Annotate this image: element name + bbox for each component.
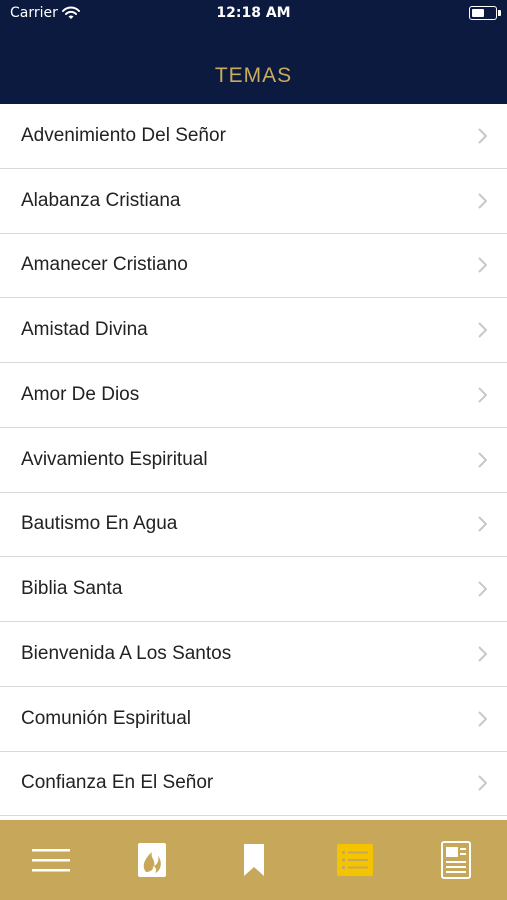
tab-hymnal[interactable] <box>101 820 202 900</box>
clock: 12:18 AM <box>216 5 291 21</box>
topic-label: Bautismo En Agua <box>21 513 178 535</box>
status-bar: Carrier 12:18 AM <box>0 0 507 28</box>
topic-label: Amor De Dios <box>21 383 140 405</box>
tab-document[interactable] <box>406 820 507 900</box>
document-icon <box>441 841 472 879</box>
topic-list[interactable]: Advenimiento Del Señor Alabanza Cristiana… <box>0 104 507 820</box>
topic-row[interactable]: Comunión Espiritual <box>0 687 507 752</box>
battery-terminal <box>498 10 501 16</box>
tab-bookmarks[interactable] <box>203 820 304 900</box>
topics-list-icon <box>336 844 373 876</box>
chevron-right-icon <box>478 451 487 468</box>
chevron-right-icon <box>478 322 487 338</box>
topic-row[interactable]: Amanecer Cristiano <box>0 234 507 299</box>
topic-label: Amanecer Cristiano <box>21 254 188 276</box>
chevron-right-icon <box>478 646 487 662</box>
topic-row[interactable]: Alabanza Cristiana <box>0 169 507 234</box>
chevron-right-icon <box>478 710 487 727</box>
page-title: TEMAS <box>214 64 293 87</box>
chevron-right-icon <box>478 516 487 533</box>
chevron-right-icon <box>478 775 487 792</box>
topic-label: Comunión Espiritual <box>21 707 192 729</box>
navigation-header: Carrier 12:18 AM TEMAS <box>0 0 507 104</box>
hamburger-menu-icon <box>31 849 70 872</box>
hymnal-flame-icon <box>138 843 167 877</box>
topic-row[interactable]: Confianza En El Señor <box>0 752 507 817</box>
topic-row[interactable]: Biblia Santa <box>0 557 507 622</box>
topic-label: Biblia Santa <box>21 578 123 600</box>
topic-row[interactable]: Bienvenida A Los Santos <box>0 622 507 687</box>
topic-row[interactable]: Advenimiento Del Señor <box>0 104 507 169</box>
topic-label: Confianza En El Señor <box>21 772 214 794</box>
chevron-right-icon <box>478 387 487 403</box>
battery-icon <box>469 6 497 20</box>
topic-row[interactable]: Bautismo En Agua <box>0 493 507 558</box>
tab-topics[interactable] <box>304 820 405 900</box>
topic-label: Bienvenida A Los Santos <box>21 642 232 664</box>
topic-label: Amistad Divina <box>21 319 148 341</box>
chevron-right-icon <box>478 128 487 144</box>
chevron-right-icon <box>478 192 487 209</box>
topic-label: Alabanza Cristiana <box>21 189 181 211</box>
bookmark-icon <box>243 844 264 876</box>
topic-row[interactable]: Amistad Divina <box>0 298 507 363</box>
topic-row[interactable]: Avivamiento Espiritual <box>0 428 507 493</box>
tab-menu[interactable] <box>0 820 101 900</box>
topic-label: Avivamiento Espiritual <box>21 448 208 470</box>
tab-bar <box>0 820 507 900</box>
topic-label: Advenimiento Del Señor <box>21 124 226 146</box>
topic-row[interactable]: Amor De Dios <box>0 363 507 428</box>
chevron-right-icon <box>478 581 487 597</box>
chevron-right-icon <box>478 257 487 274</box>
